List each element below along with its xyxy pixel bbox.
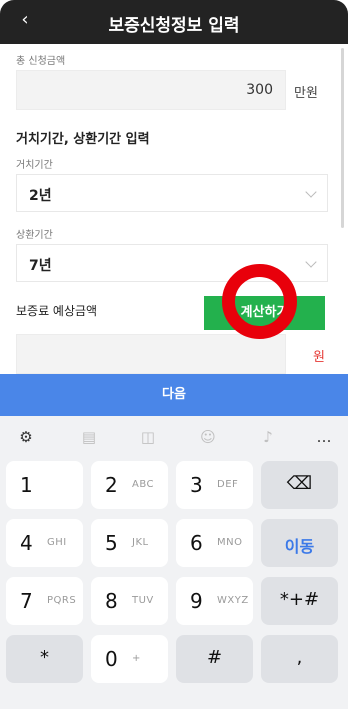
key-8[interactable]: 8 TUV (91, 577, 168, 625)
repay-period-value: 7년 (29, 258, 52, 274)
symbols-key[interactable]: *+# (261, 577, 338, 625)
total-amount-label: 총 신청금액 (16, 56, 66, 67)
total-amount-field: 300 (16, 70, 286, 110)
scrollbar[interactable] (341, 48, 344, 228)
key-label: 이동 (284, 537, 315, 556)
mic-icon[interactable]: ♪ (258, 427, 278, 447)
period-section-title: 거치기간, 상환기간 입력 (16, 132, 150, 147)
repay-period-label: 상환기간 (16, 230, 53, 241)
chevron-down-icon (305, 256, 317, 268)
key-9[interactable]: 9 WXYZ (176, 577, 253, 625)
emoji-icon[interactable]: ☺ (198, 427, 218, 447)
key-4[interactable]: 4 GHI (6, 519, 83, 567)
key-7[interactable]: 7 PQRS (6, 577, 83, 625)
key-sublabel: + (132, 653, 141, 664)
key-label: 3 (190, 473, 203, 497)
keyboard-toolbar: ⚙ ▤ ◫ ☺ ♪ … (0, 416, 348, 456)
key-sublabel: WXYZ (217, 595, 249, 606)
key-sublabel: ABC (132, 479, 155, 490)
chevron-down-icon (305, 186, 317, 198)
fee-estimate-label: 보증료 예상금액 (16, 304, 98, 318)
key-label: # (206, 647, 223, 668)
key-sublabel: MNO (217, 537, 243, 548)
key-label: 2 (105, 473, 118, 497)
gear-icon[interactable]: ⚙ (16, 427, 36, 447)
key-label: 7 (20, 589, 33, 613)
key-label: 5 (105, 531, 118, 555)
key-sublabel: PQRS (47, 595, 77, 606)
grace-period-select[interactable]: 2년 (16, 174, 328, 212)
key-3[interactable]: 3 DEF (176, 461, 253, 509)
total-amount-value: 300 (246, 82, 273, 98)
key-6[interactable]: 6 MNO (176, 519, 253, 567)
app-header: ‹ 보증신청정보 입력 (0, 0, 348, 44)
key-hash[interactable]: # (176, 635, 253, 683)
numeric-keyboard: ⚙ ▤ ◫ ☺ ♪ … 1 2 ABC 3 DEF ⌫ 4 GHI 5 JKL 6 MNO 이동 7 PQR… (0, 416, 348, 709)
key-label: 4 (20, 531, 33, 555)
key-sublabel: DEF (217, 479, 239, 490)
grace-period-value: 2년 (29, 188, 52, 204)
key-label: 1 (20, 473, 33, 497)
key-0[interactable]: 0 + (91, 635, 168, 683)
key-label: *+# (279, 589, 320, 610)
clipboard-icon[interactable]: ▤ (79, 427, 99, 447)
key-comma[interactable]: , (261, 635, 338, 683)
fee-unit: 원 (313, 350, 325, 365)
key-1[interactable]: 1 (6, 461, 83, 509)
more-icon[interactable]: … (314, 427, 334, 447)
grace-period-label: 거치기간 (16, 160, 53, 171)
key-label: 0 (105, 647, 118, 671)
total-amount-unit: 만원 (294, 86, 318, 101)
sticker-icon[interactable]: ◫ (138, 427, 158, 447)
key-5[interactable]: 5 JKL (91, 519, 168, 567)
key-label: , (296, 647, 303, 668)
key-asterisk[interactable]: * (6, 635, 83, 683)
fee-estimate-field[interactable] (16, 334, 286, 374)
key-label: ⌫ (286, 473, 313, 494)
next-field-key[interactable]: 이동 (261, 519, 338, 567)
key-label: 9 (190, 589, 203, 613)
key-label: 6 (190, 531, 203, 555)
key-label: * (40, 647, 49, 668)
key-2[interactable]: 2 ABC (91, 461, 168, 509)
highlight-circle (222, 264, 297, 339)
key-sublabel: GHI (47, 537, 67, 548)
key-label: 8 (105, 589, 118, 613)
key-sublabel: JKL (132, 537, 149, 548)
key-sublabel: TUV (132, 595, 154, 606)
page-title: 보증신청정보 입력 (108, 16, 240, 36)
backspace-key[interactable]: ⌫ (261, 461, 338, 509)
next-button[interactable]: 다음 (0, 374, 348, 416)
